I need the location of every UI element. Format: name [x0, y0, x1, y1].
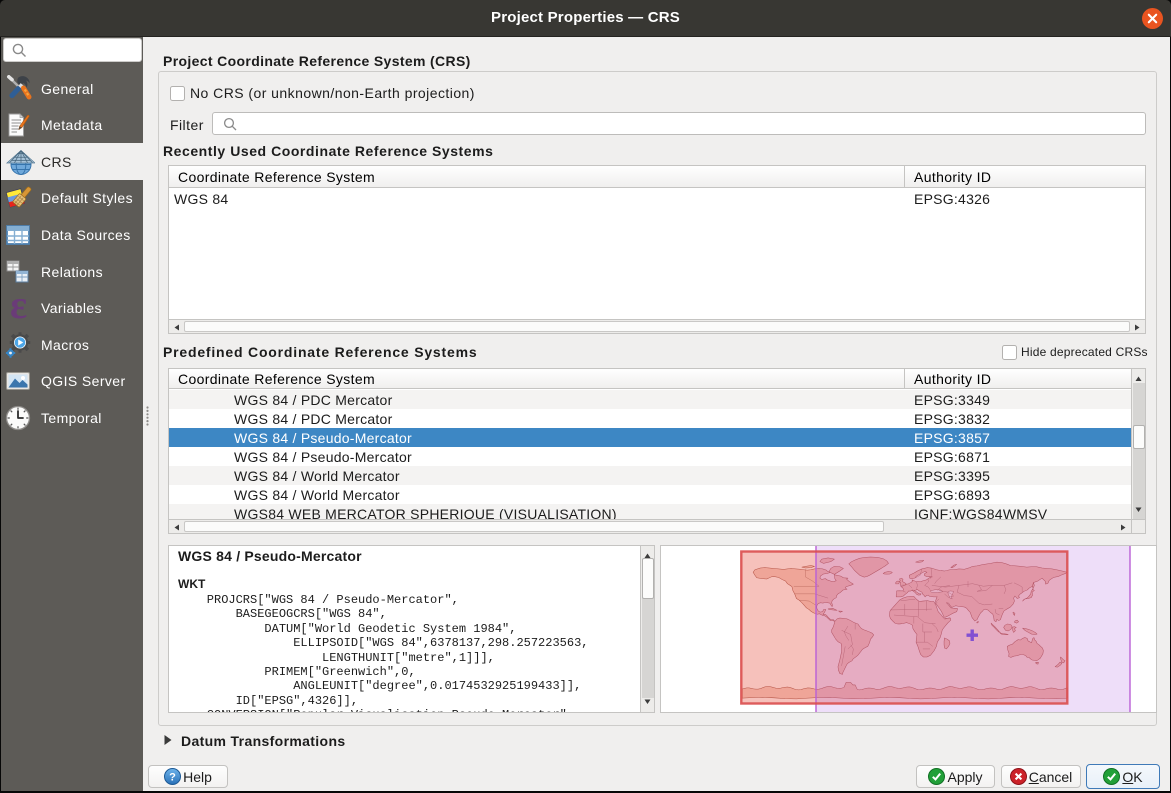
svg-text:?: ?: [169, 771, 176, 783]
svg-text:ε: ε: [10, 294, 28, 322]
